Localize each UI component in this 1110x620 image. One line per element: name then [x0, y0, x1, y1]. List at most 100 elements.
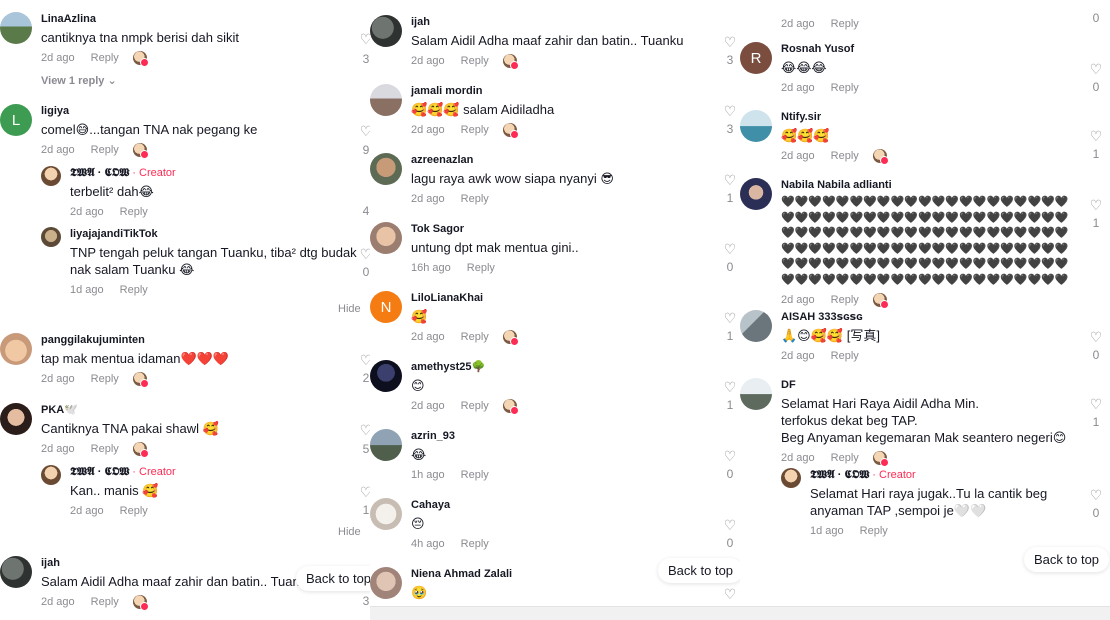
- avatar[interactable]: [370, 567, 402, 599]
- avatar[interactable]: [370, 498, 402, 530]
- avatar[interactable]: [370, 84, 402, 116]
- back-to-top-button[interactable]: Back to top: [296, 566, 370, 591]
- like-heart-icon[interactable]: ♡: [722, 35, 738, 49]
- avatar[interactable]: [0, 556, 32, 588]
- like-heart-icon[interactable]: ♡: [722, 104, 738, 118]
- comment-username[interactable]: Cahaya: [411, 498, 721, 513]
- reply-button[interactable]: Reply: [831, 81, 859, 95]
- like-heart-icon[interactable]: ♡: [722, 311, 738, 325]
- comment-username[interactable]: ijah: [411, 15, 721, 30]
- view-replies-button[interactable]: View 1 reply ⌄: [41, 74, 117, 87]
- like-heart-icon[interactable]: ♡: [1088, 62, 1104, 76]
- avatar[interactable]: [370, 429, 402, 461]
- back-to-top-button[interactable]: Back to top: [1024, 547, 1110, 572]
- reply-button[interactable]: Reply: [461, 537, 489, 551]
- back-to-top-button[interactable]: Back to top: [658, 558, 740, 583]
- like-heart-icon[interactable]: ♡: [1088, 330, 1104, 344]
- comment-username[interactable]: jamali mordin: [411, 84, 721, 99]
- avatar[interactable]: [370, 15, 402, 47]
- reply-button[interactable]: Reply: [831, 349, 859, 363]
- like-heart-icon[interactable]: ♡: [722, 587, 738, 601]
- like-heart-icon[interactable]: ♡: [1088, 488, 1104, 502]
- avatar[interactable]: [740, 178, 772, 210]
- avatar[interactable]: [370, 153, 402, 185]
- comment-username[interactable]: PKA🕊️: [41, 403, 351, 418]
- comment-username[interactable]: panggilakujuminten: [41, 333, 351, 348]
- like-heart-icon[interactable]: ♡: [358, 485, 370, 499]
- comment-username[interactable]: azrin_93: [411, 429, 721, 444]
- reply-button[interactable]: Reply: [461, 192, 489, 206]
- avatar[interactable]: R: [740, 42, 772, 74]
- like-heart-icon[interactable]: ♡: [1088, 397, 1104, 411]
- creator-avatar[interactable]: [41, 166, 61, 186]
- reply-button[interactable]: Reply: [461, 399, 489, 413]
- like-heart-icon[interactable]: ♡: [358, 247, 370, 261]
- reply-time: 2d ago: [70, 505, 104, 517]
- reply-button[interactable]: Reply: [467, 261, 495, 275]
- reply-button[interactable]: Reply: [461, 123, 489, 137]
- like-heart-icon[interactable]: ♡: [722, 380, 738, 394]
- comment-username[interactable]: LinaAzlina: [41, 12, 351, 27]
- comment-username[interactable]: AISAH 333ꜱɢꜱɢ: [781, 310, 1091, 325]
- comment-username[interactable]: ligiya: [41, 104, 351, 119]
- reply-button[interactable]: Reply: [120, 205, 148, 219]
- reply-username-text[interactable]: 𝕿𝖂𝕬 · 𝕮𝕺𝖂: [70, 466, 129, 478]
- avatar[interactable]: [740, 110, 772, 142]
- comment-username[interactable]: Rosnah Yusof: [781, 42, 1091, 57]
- hide-replies-button[interactable]: Hide: [338, 526, 361, 538]
- like-count: 0: [1092, 348, 1100, 362]
- avatar[interactable]: [0, 12, 32, 44]
- reply-button[interactable]: Reply: [91, 595, 119, 609]
- avatar[interactable]: [370, 360, 402, 392]
- reply-button[interactable]: Reply: [91, 51, 119, 65]
- like-heart-icon[interactable]: ♡: [358, 353, 370, 367]
- avatar[interactable]: [41, 227, 61, 247]
- avatar[interactable]: L: [0, 104, 32, 136]
- like-heart-icon[interactable]: ♡: [722, 173, 738, 187]
- avatar[interactable]: N: [370, 291, 402, 323]
- reply-button[interactable]: Reply: [91, 442, 119, 456]
- reply-username-text[interactable]: 𝕿𝖂𝕬 · 𝕮𝕺𝖂: [810, 469, 869, 481]
- reply-button[interactable]: Reply: [860, 524, 888, 538]
- reply-username[interactable]: liyajajandiTikTok: [70, 227, 360, 242]
- comment-username[interactable]: Ntify.sir: [781, 110, 1091, 125]
- creator-avatar[interactable]: [781, 468, 801, 488]
- reply-username-text[interactable]: 𝕿𝖂𝕬 · 𝕮𝕺𝖂: [70, 167, 129, 179]
- reply-button[interactable]: Reply: [831, 293, 859, 307]
- like-heart-icon[interactable]: ♡: [722, 518, 738, 532]
- comment-username[interactable]: Tok Sagor: [411, 222, 721, 237]
- comment-username[interactable]: DF: [781, 378, 1091, 393]
- comment-username[interactable]: amethyst25🌳: [411, 360, 721, 375]
- reply-button[interactable]: Reply: [831, 451, 859, 465]
- reply-button[interactable]: Reply: [461, 468, 489, 482]
- avatar[interactable]: [740, 310, 772, 342]
- like-count: 1: [362, 503, 370, 517]
- like-heart-icon[interactable]: ♡: [358, 423, 370, 437]
- like-heart-icon[interactable]: ♡: [1088, 129, 1104, 143]
- comment-username[interactable]: LiloLianaKhai: [411, 291, 721, 306]
- reply-button[interactable]: Reply: [120, 283, 148, 297]
- like-heart-icon[interactable]: ♡: [722, 449, 738, 463]
- avatar-letter: N: [380, 298, 392, 316]
- avatar[interactable]: [0, 403, 32, 435]
- creator-liked-icon: [132, 372, 149, 388]
- reply-button[interactable]: Reply: [120, 504, 148, 518]
- like-heart-icon[interactable]: ♡: [358, 32, 370, 46]
- comment-username[interactable]: azreenazlan: [411, 153, 721, 168]
- avatar[interactable]: [370, 222, 402, 254]
- avatar[interactable]: [740, 378, 772, 410]
- like-heart-icon[interactable]: ♡: [1088, 198, 1104, 212]
- comment-username[interactable]: Nabila Nabila adlianti: [781, 178, 1091, 193]
- creator-avatar[interactable]: [41, 465, 61, 485]
- like-heart-icon[interactable]: ♡: [358, 124, 370, 138]
- reply-button[interactable]: Reply: [461, 54, 489, 68]
- reply-button[interactable]: Reply: [91, 143, 119, 157]
- reply-button[interactable]: Reply: [91, 372, 119, 386]
- like-heart-icon[interactable]: ♡: [722, 242, 738, 256]
- avatar[interactable]: [0, 333, 32, 365]
- reply-button[interactable]: Reply: [461, 330, 489, 344]
- comment-text: 🖤🖤🖤🖤🖤🖤🖤🖤🖤🖤🖤🖤🖤🖤🖤🖤🖤🖤🖤🖤🖤🖤🖤🖤🖤🖤🖤🖤🖤🖤🖤🖤🖤🖤🖤🖤🖤🖤🖤🖤…: [781, 196, 1069, 286]
- reply-button[interactable]: Reply: [831, 17, 859, 31]
- hide-replies-button[interactable]: Hide: [338, 303, 361, 315]
- reply-button[interactable]: Reply: [831, 149, 859, 163]
